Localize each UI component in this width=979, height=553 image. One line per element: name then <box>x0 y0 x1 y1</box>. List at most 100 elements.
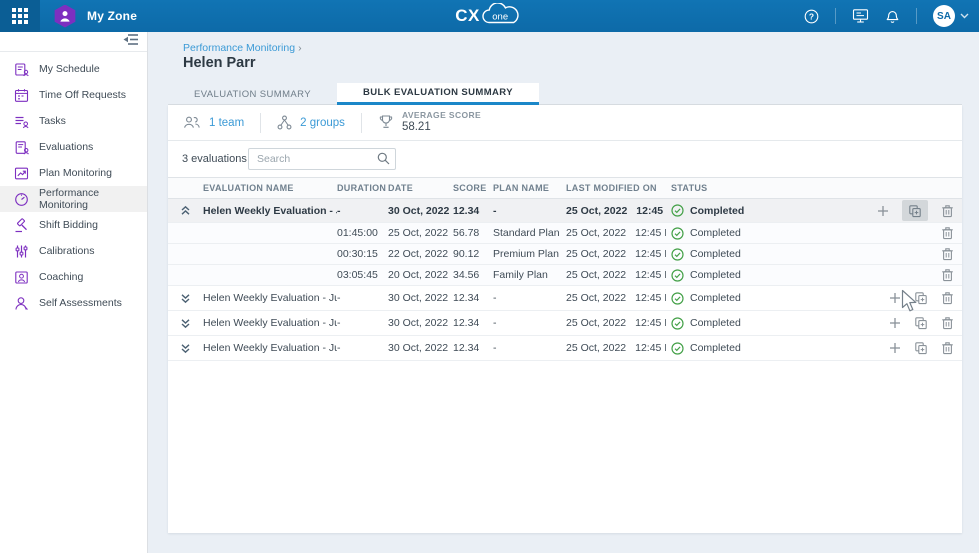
check-circle-icon <box>671 342 684 355</box>
delete-evaluation-button[interactable] <box>941 291 954 305</box>
divider <box>835 8 836 24</box>
table-header-row: EVALUATION NAME DURATION DATE SCORE PLAN… <box>168 178 962 199</box>
copy-evaluation-button[interactable] <box>914 316 928 330</box>
average-score: AVERAGE SCORE 58.21 <box>378 111 481 134</box>
product-title: My Zone <box>87 9 137 23</box>
check-circle-icon <box>671 317 684 330</box>
search-box <box>248 148 396 170</box>
check-circle-icon <box>671 248 684 261</box>
gavel-icon <box>14 218 29 233</box>
team-link[interactable]: 1 team <box>183 115 244 130</box>
tab-bulk-evaluation-summary[interactable]: BULK EVALUATION SUMMARY <box>337 83 539 105</box>
user-menu[interactable]: SA <box>933 5 969 27</box>
delete-evaluation-button[interactable] <box>941 226 954 240</box>
trash-icon <box>941 204 954 218</box>
copy-icon <box>914 316 928 330</box>
plan-monitoring-icon <box>14 166 29 181</box>
copy-evaluation-button[interactable] <box>902 200 928 221</box>
trash-icon <box>941 316 954 330</box>
delete-evaluation-button[interactable] <box>941 247 954 261</box>
screen-monitor-icon[interactable] <box>852 8 869 24</box>
table-subrow[interactable]: 01:45:00 25 Oct, 2022 56.78 Standard Pla… <box>168 223 962 244</box>
status-badge: Completed <box>666 227 820 240</box>
table-row[interactable]: Helen Weekly Evaluation - June... - 30 O… <box>168 199 962 223</box>
trash-icon <box>941 268 954 282</box>
table-row[interactable]: Helen Weekly Evaluation - June 20 - 30 O… <box>168 336 962 361</box>
sidebar-item-plan-monitoring[interactable]: Plan Monitoring <box>0 160 147 186</box>
add-evaluation-button[interactable] <box>877 205 889 217</box>
tab-evaluation-summary[interactable]: EVALUATION SUMMARY <box>168 83 337 105</box>
table-subrow[interactable]: 03:05:45 20 Oct, 2022 34.56 Family Plan … <box>168 265 962 286</box>
logo-one-text: one <box>492 12 508 23</box>
add-evaluation-button[interactable] <box>889 342 901 354</box>
expand-row-icon[interactable] <box>168 318 203 329</box>
delete-evaluation-button[interactable] <box>941 316 954 330</box>
divider <box>916 8 917 24</box>
evaluation-name: Helen Weekly Evaluation - June 20 <box>203 292 337 304</box>
app-launcher-grid-icon <box>12 8 28 24</box>
sidebar-item-tasks[interactable]: Tasks <box>0 108 147 134</box>
expand-row-icon[interactable] <box>168 293 203 304</box>
table-row[interactable]: Helen Weekly Evaluation - June 20 - 30 O… <box>168 286 962 311</box>
person-icon <box>14 296 29 311</box>
table-toolbar: 3 evaluations <box>168 141 962 177</box>
delete-evaluation-button[interactable] <box>941 204 954 218</box>
copy-evaluation-button[interactable] <box>914 341 928 355</box>
col-status: STATUS <box>666 183 820 193</box>
status-badge: Completed <box>666 292 820 305</box>
chevron-down-icon <box>960 13 969 19</box>
sliders-icon <box>14 244 29 259</box>
avatar: SA <box>933 5 955 27</box>
average-score-value: 58.21 <box>402 121 481 134</box>
col-evaluation-name: EVALUATION NAME <box>203 183 337 193</box>
average-score-label: AVERAGE SCORE <box>402 111 481 121</box>
top-bar-actions: ? SA <box>804 0 969 32</box>
notifications-bell-icon[interactable] <box>885 8 900 24</box>
tab-bar: EVALUATION SUMMARY BULK EVALUATION SUMMA… <box>168 83 962 105</box>
content-card: 1 team 2 groups <box>168 105 962 533</box>
collapse-panel-icon[interactable] <box>123 33 139 51</box>
trash-icon <box>941 226 954 240</box>
status-badge: Completed <box>666 204 820 217</box>
groups-link[interactable]: 2 groups <box>277 115 345 130</box>
help-icon[interactable]: ? <box>804 9 819 24</box>
sidebar-item-my-schedule[interactable]: My Schedule <box>0 56 147 82</box>
sidebar-item-shift-bidding[interactable]: Shift Bidding <box>0 212 147 238</box>
evaluations-table: EVALUATION NAME DURATION DATE SCORE PLAN… <box>168 177 962 361</box>
sidebar-item-evaluations[interactable]: Evaluations <box>0 134 147 160</box>
divider <box>260 113 261 133</box>
summary-stats: 1 team 2 groups <box>168 105 962 141</box>
delete-evaluation-button[interactable] <box>941 268 954 282</box>
collapse-row-icon[interactable] <box>168 205 203 216</box>
tasks-icon <box>14 114 29 129</box>
page-title: Helen Parr <box>183 55 256 71</box>
delete-evaluation-button[interactable] <box>941 341 954 355</box>
trash-icon <box>941 247 954 261</box>
copy-icon <box>914 341 928 355</box>
copy-evaluation-button[interactable] <box>914 291 928 305</box>
col-duration: DURATION <box>337 183 388 193</box>
sidebar-item-time-off-requests[interactable]: Time Off Requests <box>0 82 147 108</box>
main-content: Performance Monitoring› Helen Parr EVALU… <box>168 32 979 553</box>
sidebar-item-coaching[interactable]: Coaching <box>0 264 147 290</box>
sidebar-item-calibrations[interactable]: Calibrations <box>0 238 147 264</box>
status-badge: Completed <box>666 317 820 330</box>
app-launcher-button[interactable] <box>0 0 40 32</box>
add-evaluation-button[interactable] <box>889 292 901 304</box>
add-evaluation-button[interactable] <box>889 317 901 329</box>
status-badge: Completed <box>666 342 820 355</box>
screen: My Zone CX one ? <box>0 0 979 553</box>
svg-text:?: ? <box>809 11 814 21</box>
expand-row-icon[interactable] <box>168 343 203 354</box>
check-circle-icon <box>671 204 684 217</box>
breadcrumb[interactable]: Performance Monitoring› <box>183 42 302 54</box>
table-row[interactable]: Helen Weekly Evaluation - June 20 - 30 O… <box>168 311 962 336</box>
sidebar-item-performance-monitoring[interactable]: Performance Monitoring <box>0 186 147 212</box>
top-bar: My Zone CX one ? <box>0 0 979 32</box>
copy-icon <box>914 291 928 305</box>
table-subrow[interactable]: 00:30:15 22 Oct, 2022 90.12 Premium Plan… <box>168 244 962 265</box>
groups-icon <box>277 115 292 130</box>
search-input[interactable] <box>248 148 396 170</box>
sidebar-item-self-assessments[interactable]: Self Assessments <box>0 290 147 316</box>
check-circle-icon <box>671 292 684 305</box>
